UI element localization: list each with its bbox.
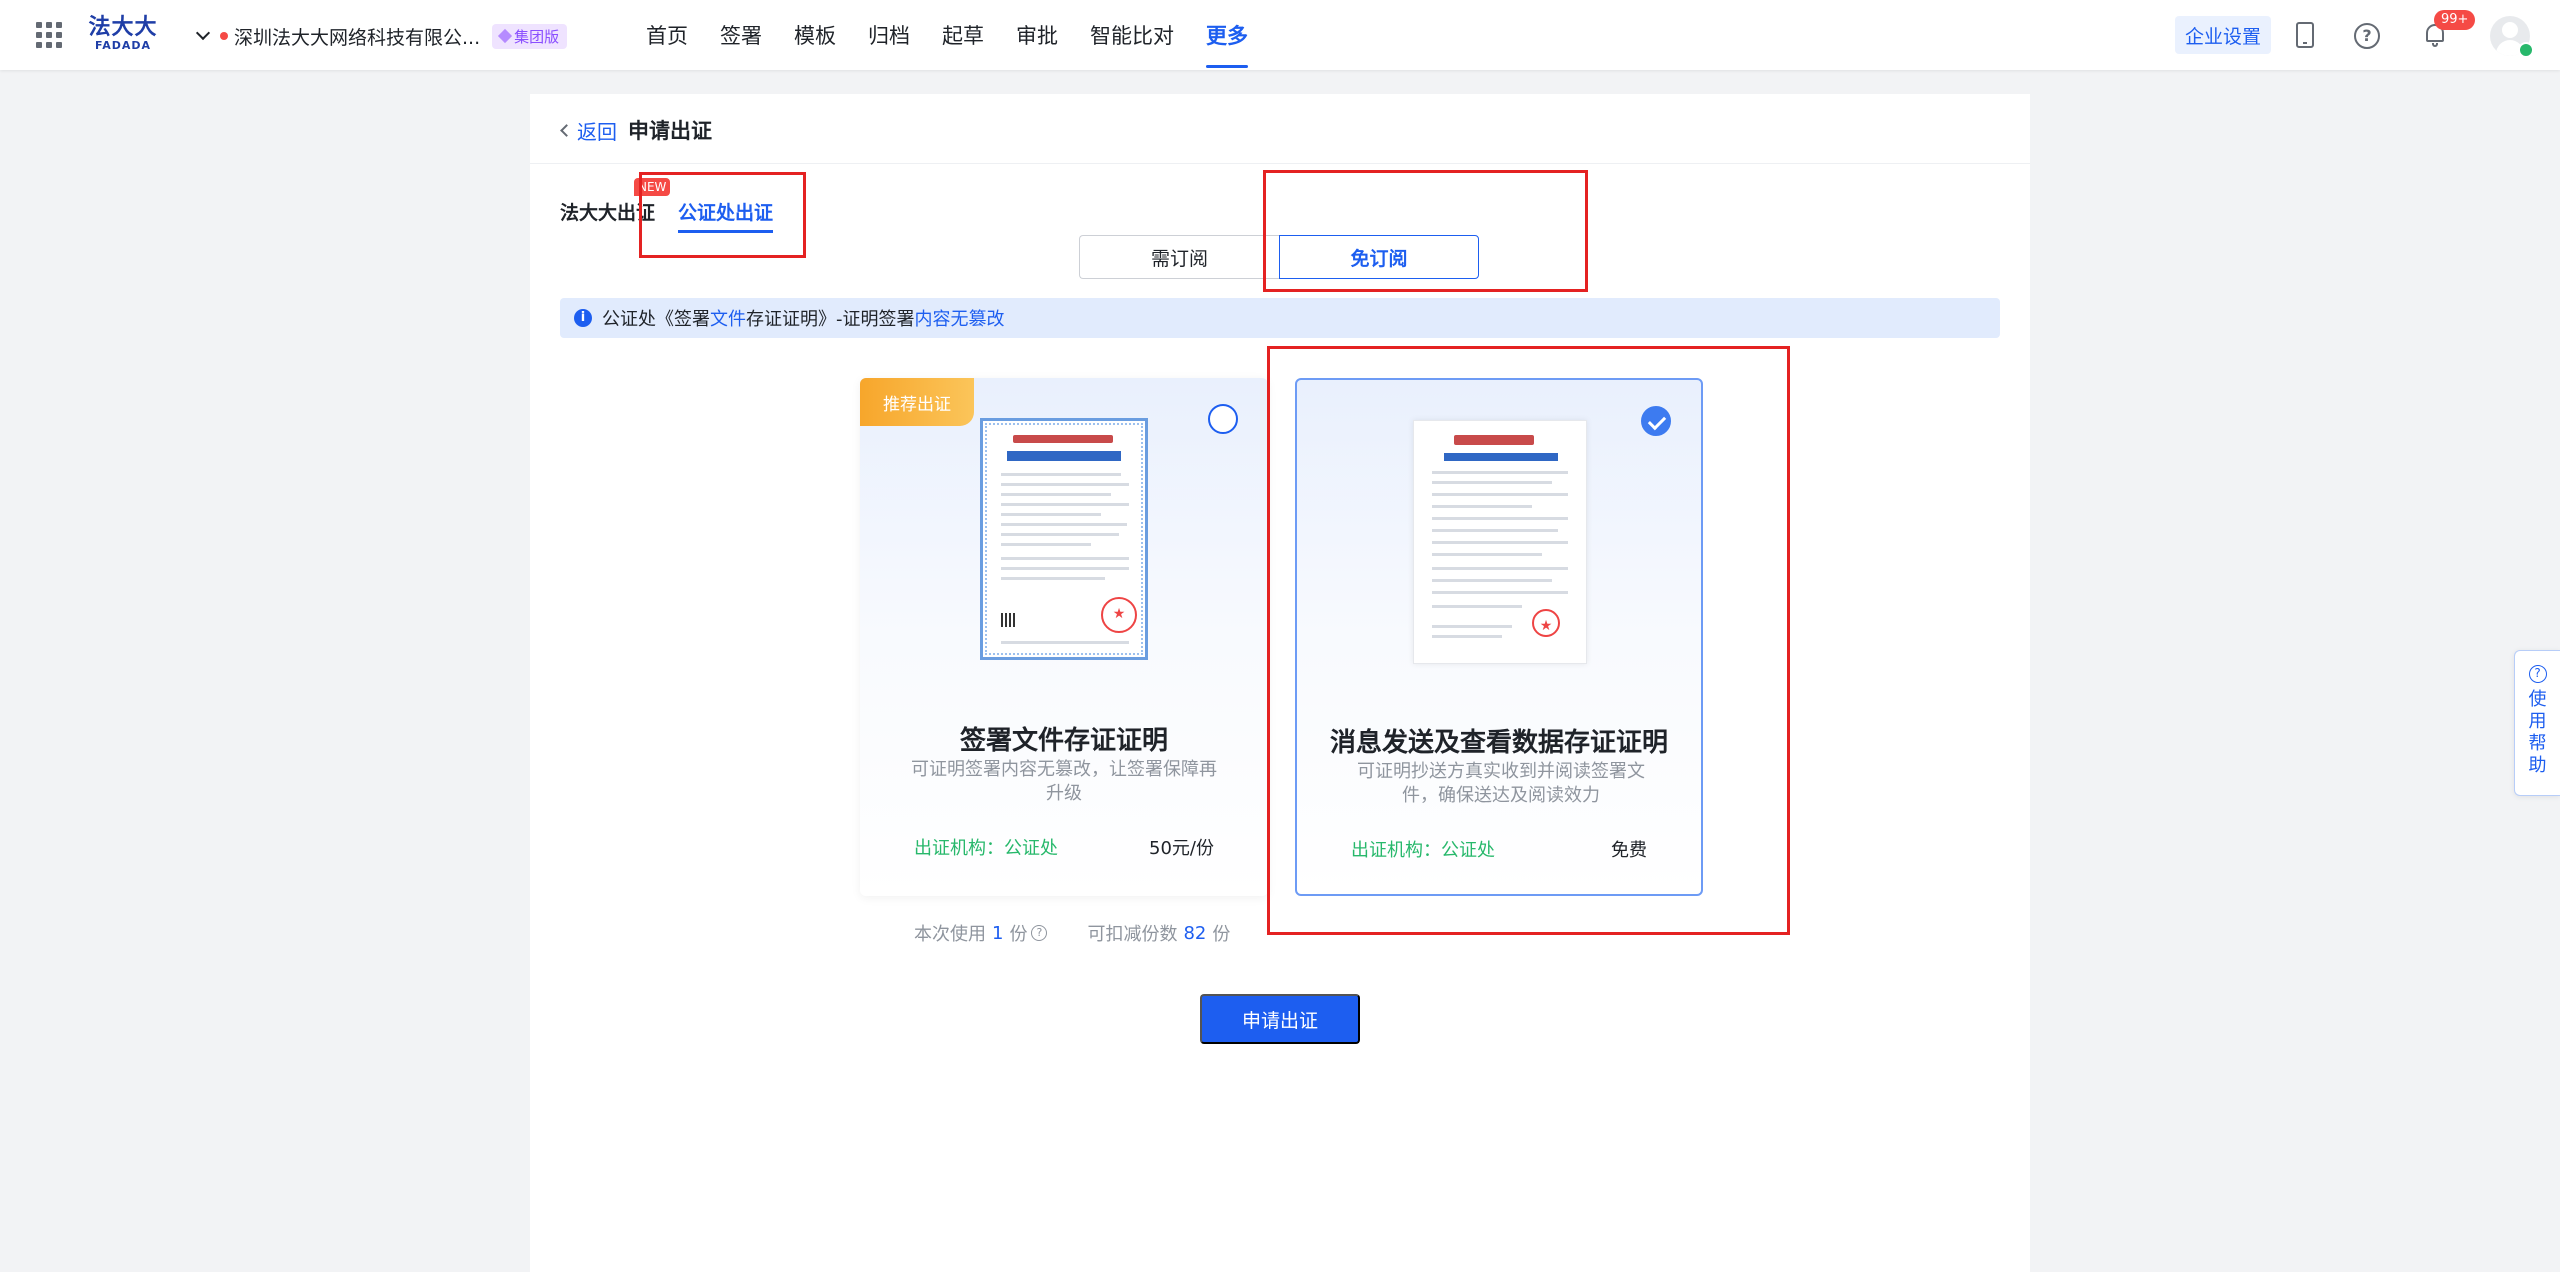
usage-unit: 份 (1009, 924, 1028, 945)
chevron-down-icon (195, 25, 211, 41)
back-label: 返回 (577, 120, 617, 144)
verified-icon (2518, 42, 2534, 58)
info-banner: i 公证处《签署 文件 存证证明》-证明签署 内容无篡改 (560, 298, 2000, 338)
page-header: 返回 申请出证 (530, 94, 2030, 164)
remaining-unit: 份 (1212, 924, 1231, 945)
annotation-box (1267, 346, 1790, 935)
info-icon: i (574, 309, 592, 327)
usage-count: 1 (992, 922, 1004, 944)
radio-unselected[interactable] (1208, 404, 1238, 434)
chevron-left-icon (560, 124, 573, 137)
remaining-label: 可扣减份数 (1087, 924, 1178, 945)
edition-badge-label: 集团版 (514, 27, 560, 46)
nav-archive[interactable]: 归档 (852, 0, 926, 70)
top-navigation-bar: 法大大 FADADA 深圳法大大网络科技有限公... 集团版 首页 签署 模板 … (0, 0, 2560, 70)
usage-summary: 本次使用 1 份 ? 可扣减份数 82 份 (914, 920, 1230, 946)
back-link[interactable]: 返回 (560, 116, 617, 145)
nav-sign[interactable]: 签署 (704, 0, 778, 70)
fadada-logo[interactable]: 法大大 FADADA (88, 16, 158, 56)
info-text-highlight-content: 内容无篡改 (914, 309, 1005, 330)
question-icon: ? (2528, 665, 2547, 683)
info-text-middle: 存证证明》-证明签署 (746, 309, 915, 330)
nav-approval[interactable]: 审批 (1000, 0, 1074, 70)
main-nav: 首页 签署 模板 归档 起草 审批 智能比对 更多 (630, 0, 1264, 70)
enterprise-settings-button[interactable]: 企业设置 (2175, 16, 2271, 54)
certificate-preview-image (980, 418, 1148, 660)
diamond-icon (498, 28, 513, 44)
annotation-box (1263, 170, 1588, 292)
card-title: 签署文件存证证明 (959, 726, 1168, 756)
help-icon[interactable]: ? (2354, 23, 2380, 49)
card-description: 可证明签署内容无篡改，让签署保障再升级 (911, 759, 1217, 804)
nav-smart-compare[interactable]: 智能比对 (1074, 0, 1190, 70)
page-title: 申请出证 (628, 119, 712, 143)
subscription-required-option[interactable]: 需订阅 (1079, 235, 1279, 279)
nav-template[interactable]: 模板 (778, 0, 852, 70)
info-text-highlight-file: 文件 (710, 309, 746, 330)
certificate-option-card-signing[interactable]: 推荐出证 签署文件存证证明 可证明签署内容无篡改，让签署保障再升级 出证机构：公… (860, 378, 1268, 896)
info-text-prefix: 公证处《签署 (602, 309, 710, 330)
logo-text-en: FADADA (94, 39, 152, 52)
apply-certificate-button[interactable]: 申请出证 (1200, 994, 1360, 1044)
mobile-icon[interactable] (2296, 22, 2314, 48)
help-float-button[interactable]: ? 使用帮助 (2514, 650, 2560, 796)
nav-home[interactable]: 首页 (630, 0, 704, 70)
nav-draft[interactable]: 起草 (926, 0, 1000, 70)
issuing-org: 出证机构：公证处 (914, 838, 1058, 859)
price: 50元/份 (1149, 838, 1214, 859)
logo-text-cn: 法大大 (88, 15, 158, 40)
question-icon[interactable]: ? (1031, 925, 1048, 941)
usage-label: 本次使用 (914, 924, 986, 945)
company-name: 深圳法大大网络科技有限公... (234, 26, 481, 49)
nav-more[interactable]: 更多 (1190, 0, 1264, 70)
status-dot (220, 32, 228, 40)
notification-count-badge: 99+ (2434, 10, 2476, 30)
recommended-tag: 推荐出证 (860, 378, 974, 426)
company-switcher[interactable]: 深圳法大大网络科技有限公... 集团版 (194, 22, 568, 50)
annotation-box (639, 172, 806, 258)
help-float-label: 使用帮助 (2528, 689, 2547, 776)
edition-badge: 集团版 (492, 23, 568, 49)
app-grid-icon[interactable] (36, 22, 62, 48)
remaining-count: 82 (1183, 922, 1207, 944)
